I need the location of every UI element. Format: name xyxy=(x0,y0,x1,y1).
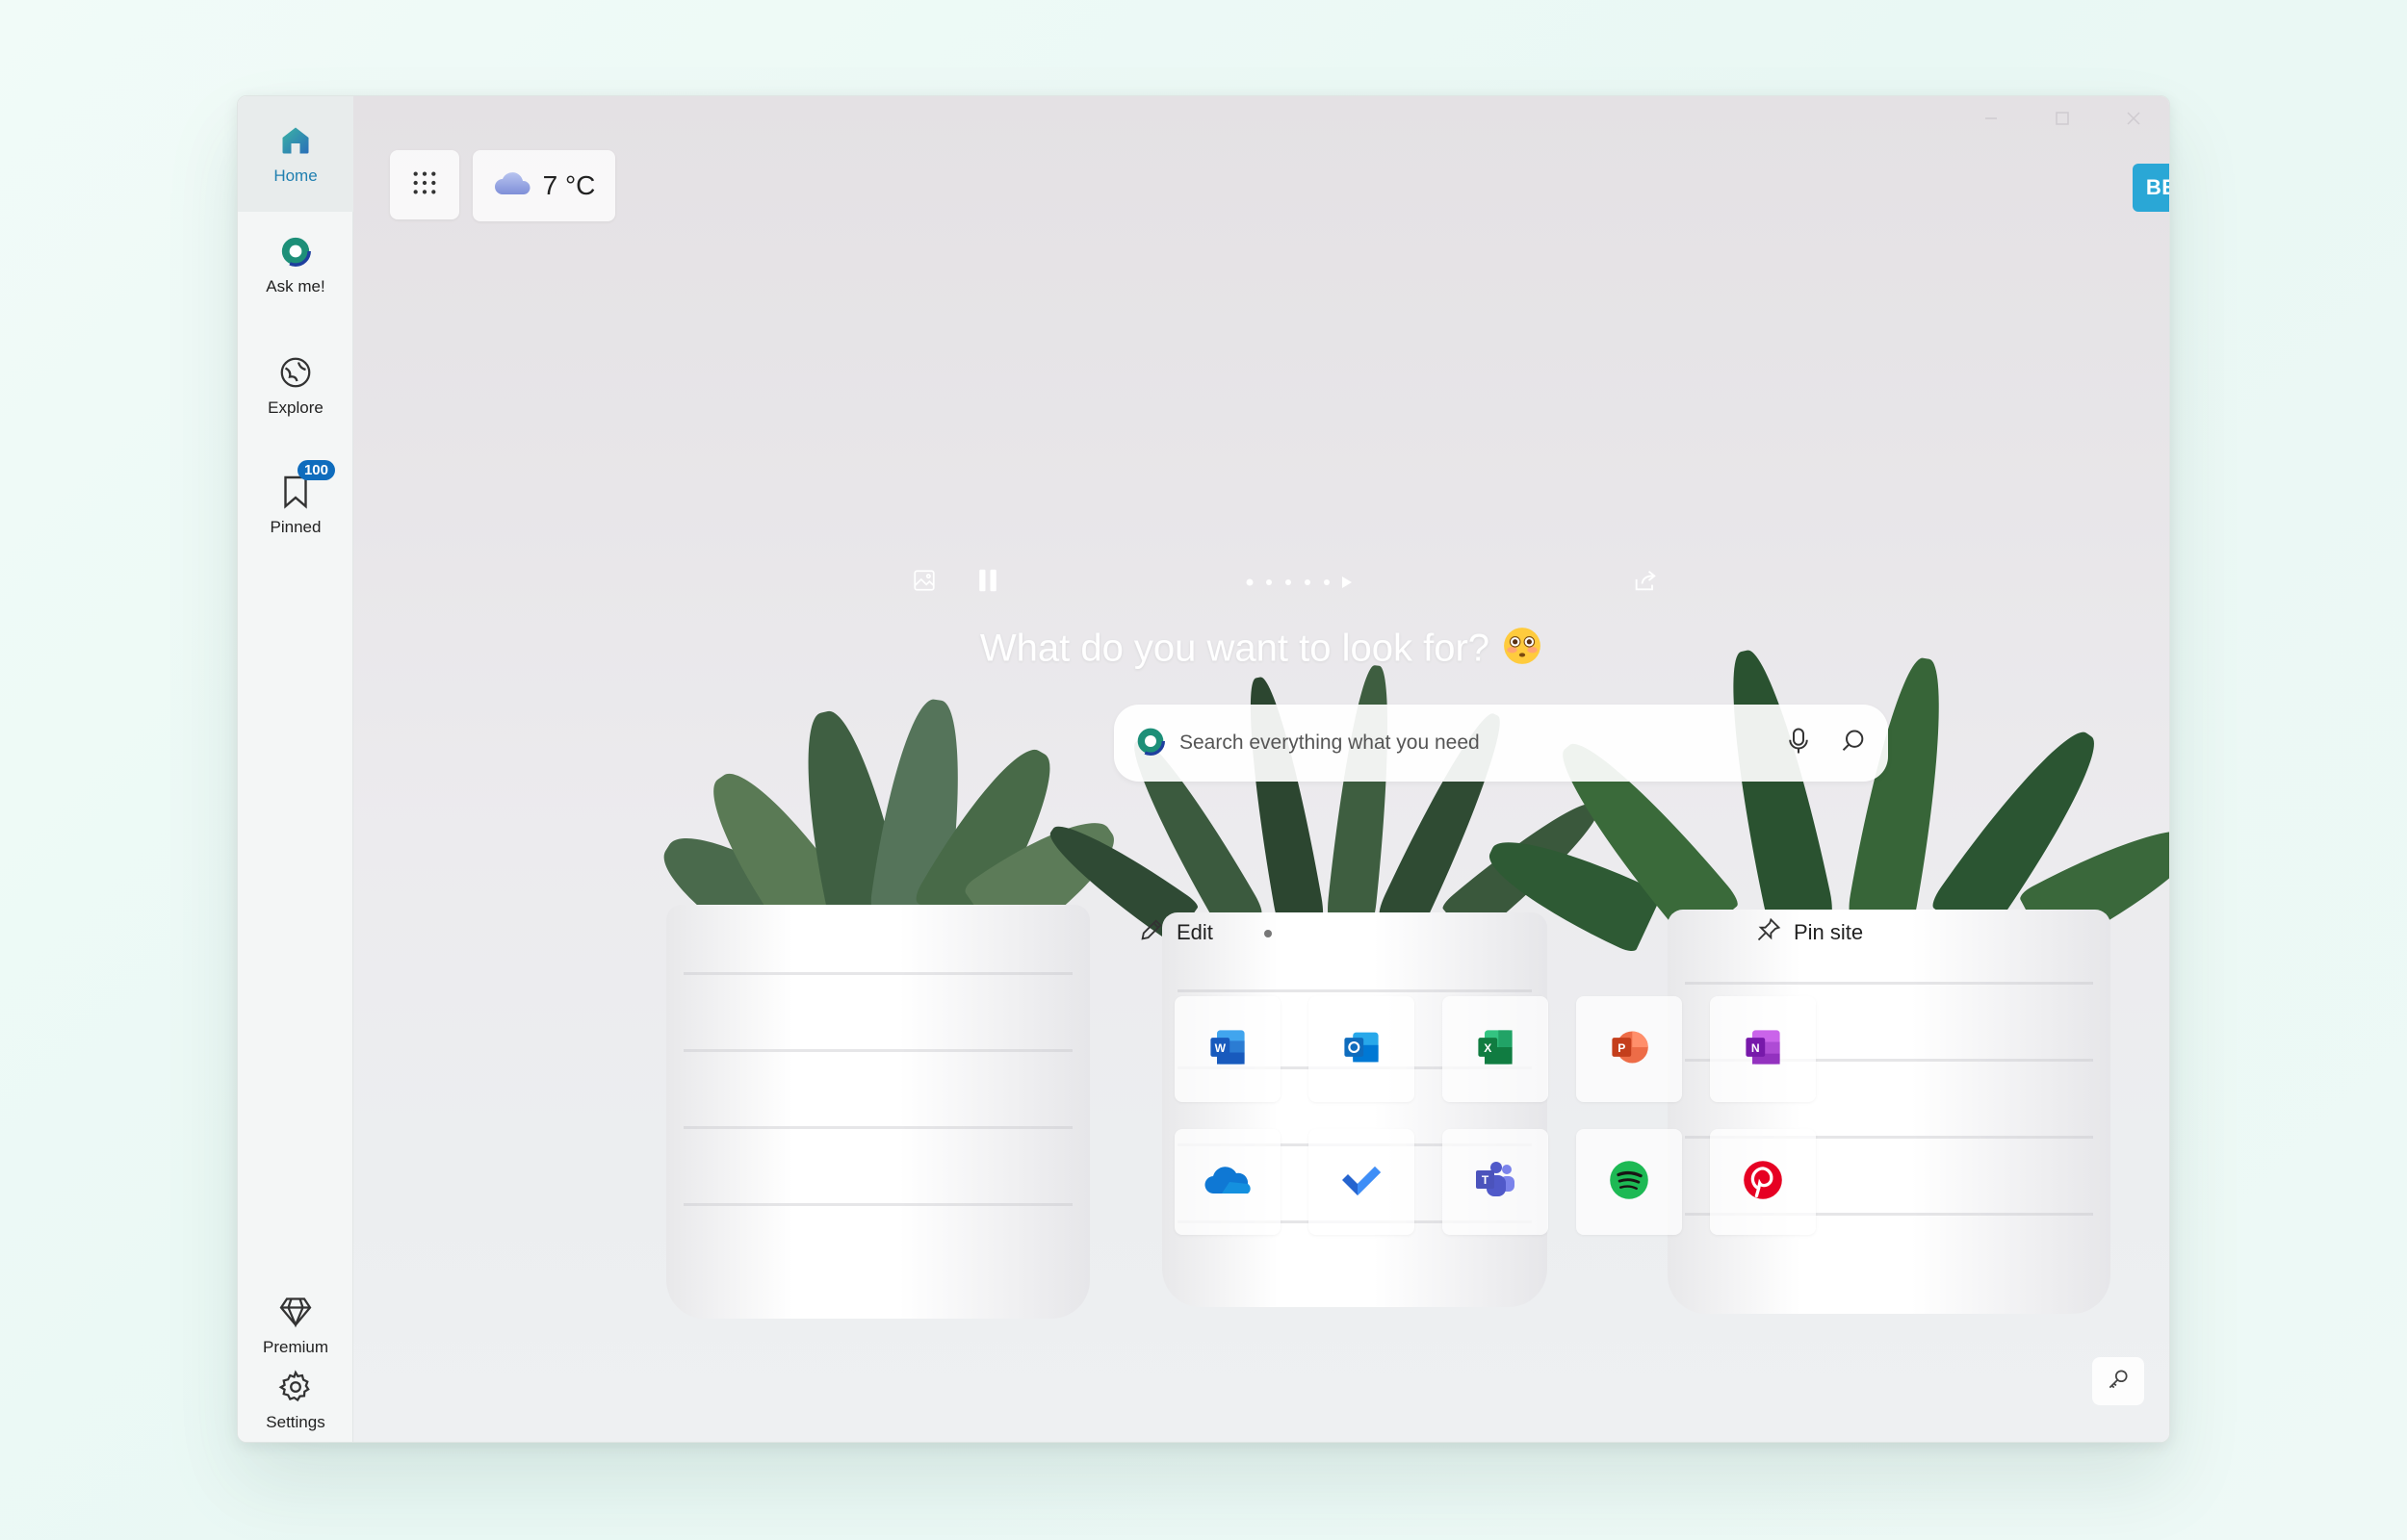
app-tile-pinterest[interactable] xyxy=(1710,1129,1816,1235)
sidebar-item-home[interactable]: Home xyxy=(238,96,353,212)
app-tile-onenote[interactable]: N xyxy=(1710,996,1816,1102)
carousel-dots[interactable] xyxy=(1246,576,1361,594)
cloud-icon xyxy=(493,169,533,203)
svg-text:N: N xyxy=(1751,1040,1760,1054)
sidebar-item-ask-me[interactable]: Ask me! xyxy=(238,212,353,318)
bookmark-icon: 100 xyxy=(277,460,335,510)
gear-icon xyxy=(277,1369,314,1405)
pause-icon[interactable] xyxy=(975,566,1000,600)
onedrive-icon xyxy=(1203,1163,1253,1202)
powerpoint-icon: P xyxy=(1608,1026,1650,1073)
microphone-icon[interactable] xyxy=(1786,727,1811,760)
sidebar-item-label: Home xyxy=(273,167,318,185)
excel-icon: X xyxy=(1474,1026,1516,1073)
todo-icon xyxy=(1338,1161,1385,1204)
minimize-button[interactable] xyxy=(1955,96,2027,141)
sidebar-item-explore[interactable]: Explore xyxy=(238,333,353,439)
app-launcher-button[interactable] xyxy=(390,150,459,219)
background-controls xyxy=(912,564,1663,599)
page-indicator-dot xyxy=(1264,930,1272,937)
svg-text:T: T xyxy=(1482,1173,1489,1187)
word-icon: W xyxy=(1206,1026,1249,1073)
ask-me-icon xyxy=(277,233,314,270)
sidebar-item-label: Explore xyxy=(268,398,324,417)
home-icon xyxy=(277,122,314,159)
image-icon[interactable] xyxy=(912,568,937,598)
search-input[interactable] xyxy=(1179,732,1786,755)
pin-site-button[interactable]: Pin site xyxy=(1755,916,1863,949)
app-tile-excel[interactable]: X xyxy=(1442,996,1548,1102)
share-icon[interactable] xyxy=(1632,568,1659,598)
pin-icon xyxy=(1755,916,1782,949)
link-icon xyxy=(2106,1367,2131,1397)
maximize-button[interactable] xyxy=(2027,96,2098,141)
onenote-icon: N xyxy=(1742,1026,1784,1073)
svg-text:W: W xyxy=(1215,1040,1227,1054)
outlook-icon xyxy=(1340,1026,1383,1073)
app-tile-powerpoint[interactable]: P xyxy=(1576,996,1682,1102)
teams-icon: T xyxy=(1473,1159,1517,1206)
headline-text: What do you want to look for? xyxy=(979,627,1490,670)
weather-widget[interactable]: 7 °C xyxy=(473,150,615,221)
search-logo-icon xyxy=(1135,726,1166,761)
flushed-emoji-icon xyxy=(1502,626,1542,676)
pinned-count-badge: 100 xyxy=(297,460,335,480)
app-tile-onedrive[interactable] xyxy=(1175,1129,1281,1235)
explore-icon xyxy=(277,354,314,391)
pinned-apps-grid: W X P N T xyxy=(1175,996,1820,1237)
sidebar-item-label: Settings xyxy=(266,1413,325,1431)
customize-button[interactable] xyxy=(2092,1357,2144,1405)
search-icon[interactable] xyxy=(1840,728,1867,759)
grid-icon xyxy=(409,167,440,203)
diamond-icon xyxy=(277,1294,314,1330)
edit-label: Edit xyxy=(1177,920,1213,944)
pencil-icon xyxy=(1138,916,1165,949)
page-title: What do you want to look for? xyxy=(353,626,2169,676)
app-tile-spotify[interactable] xyxy=(1576,1129,1682,1235)
window-controls xyxy=(1955,96,2169,141)
close-button[interactable] xyxy=(2098,96,2169,141)
svg-text:P: P xyxy=(1618,1040,1625,1054)
temperature-text: 7 °C xyxy=(542,170,596,200)
edit-button[interactable]: Edit xyxy=(1138,916,1213,949)
app-tile-outlook[interactable] xyxy=(1308,996,1414,1102)
sidebar: Home Ask me! Explore 100 Pinned Premium … xyxy=(238,96,353,1442)
spotify-icon xyxy=(1608,1159,1650,1206)
app-tile-word[interactable]: W xyxy=(1175,996,1281,1102)
sidebar-item-label: Ask me! xyxy=(266,277,325,295)
pinterest-icon xyxy=(1742,1159,1784,1206)
pin-site-label: Pin site xyxy=(1794,920,1864,944)
app-tile-teams[interactable]: T xyxy=(1442,1129,1548,1235)
beta-badge[interactable]: BETA xyxy=(2133,164,2169,212)
sidebar-item-pinned[interactable]: 100 Pinned xyxy=(238,452,353,558)
sidebar-item-label: Pinned xyxy=(270,518,322,536)
search-bar xyxy=(1114,705,1888,782)
main-content: 7 °C BETA What do yo xyxy=(353,96,2169,1442)
svg-text:X: X xyxy=(1484,1040,1491,1054)
app-tile-todo[interactable] xyxy=(1308,1129,1414,1235)
app-window: Home Ask me! Explore 100 Pinned Premium … xyxy=(237,95,2170,1443)
sidebar-item-settings[interactable]: Settings xyxy=(238,1333,353,1442)
